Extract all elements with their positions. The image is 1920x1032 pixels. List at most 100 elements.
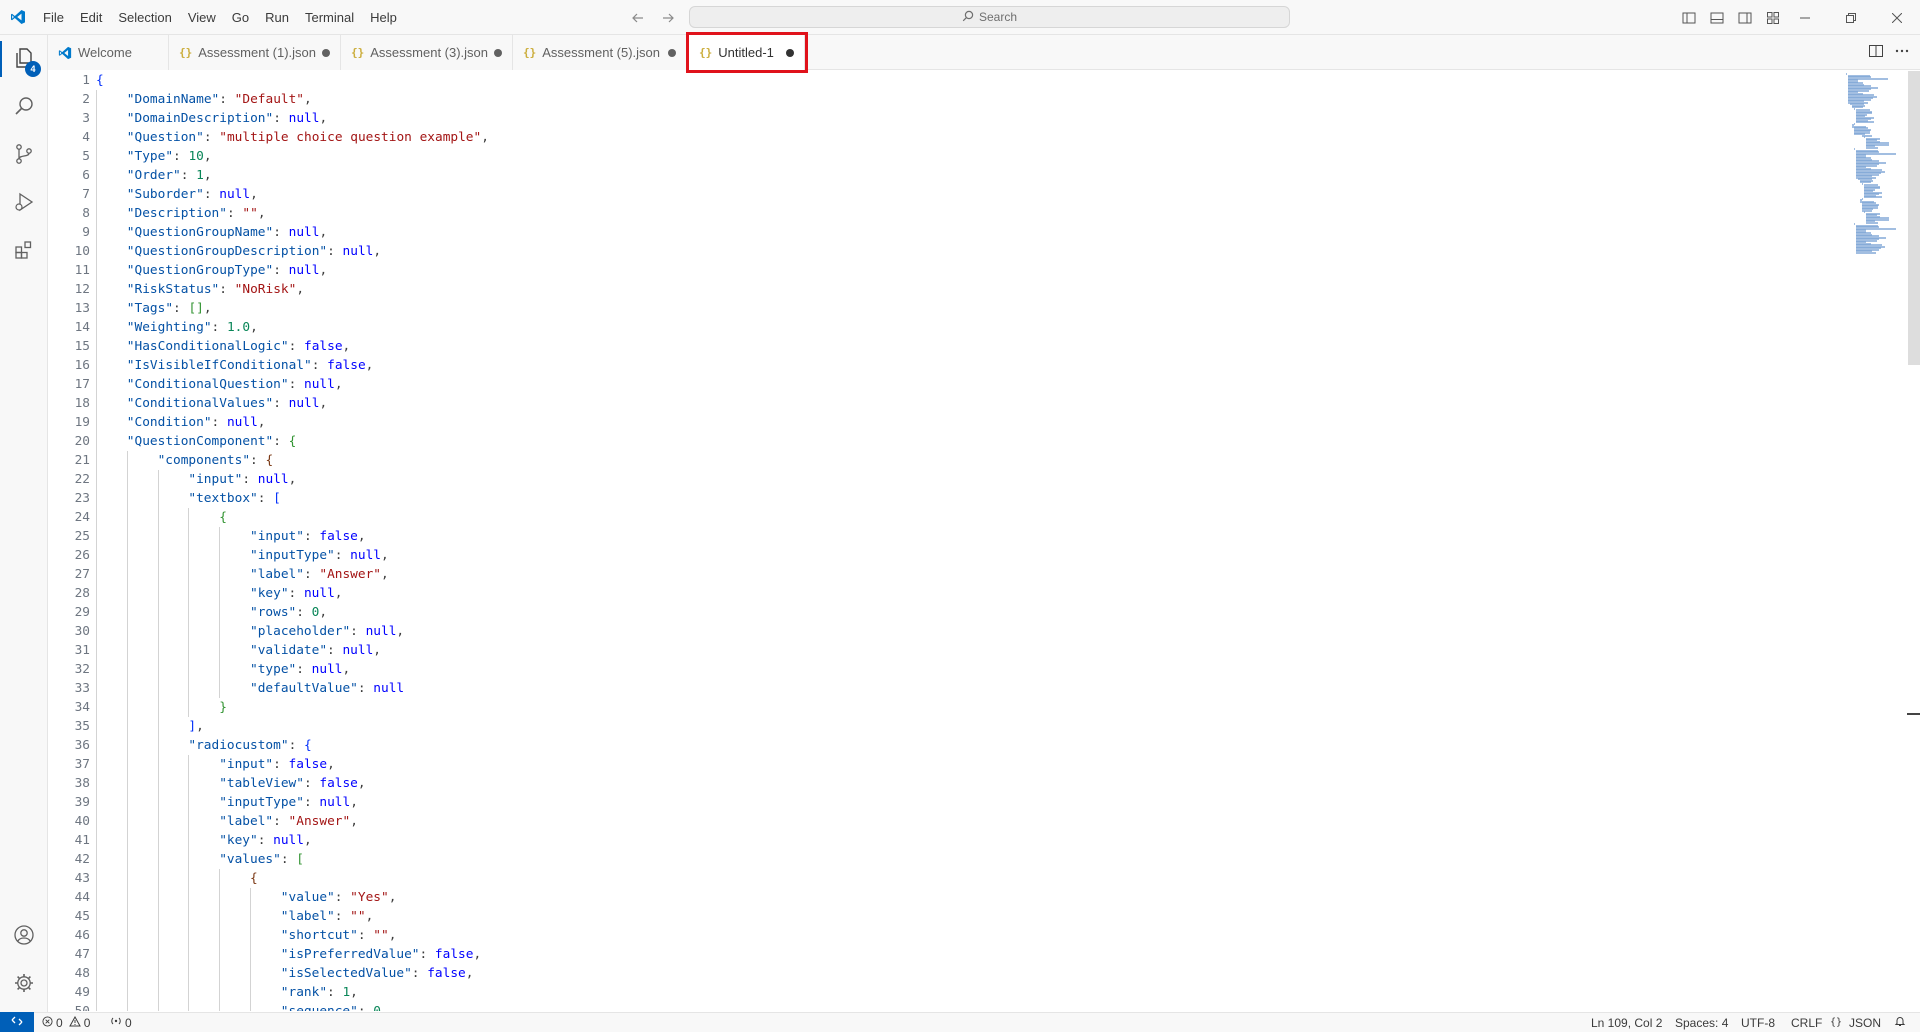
split-editor-icon[interactable]	[1868, 43, 1884, 62]
menu-selection[interactable]: Selection	[110, 0, 179, 35]
cursor-position-status[interactable]: Ln 109, Col 2	[1591, 1013, 1662, 1032]
line-number[interactable]: 14	[48, 318, 90, 337]
line-number[interactable]: 5	[48, 147, 90, 166]
code-line[interactable]: 49 "rank": 1,	[48, 983, 1848, 1002]
encoding-status[interactable]: UTF-8	[1741, 1013, 1775, 1032]
code-line[interactable]: 41 "key": null,	[48, 831, 1848, 850]
language-mode-status[interactable]: {} JSON	[1830, 1013, 1881, 1032]
command-center-search[interactable]: Search	[689, 6, 1290, 28]
line-number[interactable]: 31	[48, 641, 90, 660]
line-number[interactable]: 10	[48, 242, 90, 261]
accounts-button[interactable]	[0, 912, 48, 960]
line-number[interactable]: 38	[48, 774, 90, 793]
code-line[interactable]: 35],	[48, 717, 1848, 736]
code-line[interactable]: 29 "rows": 0,	[48, 603, 1848, 622]
line-number[interactable]: 18	[48, 394, 90, 413]
code-line[interactable]: 27 "label": "Answer",	[48, 565, 1848, 584]
unsaved-dot-icon[interactable]	[668, 49, 676, 57]
line-number[interactable]: 1	[48, 71, 90, 90]
remote-indicator[interactable]	[0, 1012, 34, 1032]
line-number[interactable]: 37	[48, 755, 90, 774]
code-line[interactable]: 7 "Suborder": null,	[48, 185, 1848, 204]
code-line[interactable]: 40 "label": "Answer",	[48, 812, 1848, 831]
vertical-scrollbar[interactable]	[1908, 71, 1920, 365]
code-line[interactable]: 23 "textbox": [	[48, 489, 1848, 508]
code-line[interactable]: 39 "inputType": null,	[48, 793, 1848, 812]
tab-assessment-3[interactable]: {} Assessment (3).json	[341, 35, 513, 70]
code-line[interactable]: 44 "value": "Yes",	[48, 888, 1848, 907]
line-number[interactable]: 43	[48, 869, 90, 888]
code-line[interactable]: 20 "QuestionComponent": {	[48, 432, 1848, 451]
line-number[interactable]: 32	[48, 660, 90, 679]
line-number[interactable]: 40	[48, 812, 90, 831]
line-number[interactable]: 28	[48, 584, 90, 603]
extensions-button[interactable]	[0, 227, 48, 275]
code-line[interactable]: 38 "tableView": false,	[48, 774, 1848, 793]
code-line[interactable]: 32 "type": null,	[48, 660, 1848, 679]
code-line[interactable]: 30 "placeholder": null,	[48, 622, 1848, 641]
more-actions-icon[interactable]	[1894, 43, 1910, 62]
code-line[interactable]: 11 "QuestionGroupType": null,	[48, 261, 1848, 280]
line-number[interactable]: 48	[48, 964, 90, 983]
unsaved-dot-icon[interactable]	[322, 49, 330, 57]
eol-status[interactable]: CRLF	[1791, 1013, 1822, 1032]
line-number[interactable]: 39	[48, 793, 90, 812]
line-number[interactable]: 33	[48, 679, 90, 698]
source-control-button[interactable]	[0, 131, 48, 179]
code-line[interactable]: 46 "shortcut": "",	[48, 926, 1848, 945]
code-line[interactable]: 5 "Type": 10,	[48, 147, 1848, 166]
code-line[interactable]: 31 "validate": null,	[48, 641, 1848, 660]
ports-status[interactable]: 0	[110, 1013, 132, 1032]
line-number[interactable]: 46	[48, 926, 90, 945]
line-number[interactable]: 20	[48, 432, 90, 451]
code-editor[interactable]: 1{2 "DomainName": "Default", 3 "DomainDescr…	[48, 71, 1920, 1011]
line-number[interactable]: 47	[48, 945, 90, 964]
code-line[interactable]: 10 "QuestionGroupDescription": null,	[48, 242, 1848, 261]
line-number[interactable]: 35	[48, 717, 90, 736]
code-line[interactable]: 43 {	[48, 869, 1848, 888]
line-number[interactable]: 3	[48, 109, 90, 128]
restore-icon[interactable]	[1828, 0, 1874, 35]
code-line[interactable]: 42 "values": [	[48, 850, 1848, 869]
unsaved-dot-icon[interactable]	[786, 49, 794, 57]
code-line[interactable]: 34}	[48, 698, 1848, 717]
line-number[interactable]: 7	[48, 185, 90, 204]
line-number[interactable]: 50	[48, 1002, 90, 1011]
code-line[interactable]: 33 "defaultValue": null	[48, 679, 1848, 698]
line-number[interactable]: 16	[48, 356, 90, 375]
menu-terminal[interactable]: Terminal	[297, 0, 362, 35]
line-number[interactable]: 11	[48, 261, 90, 280]
line-number[interactable]: 30	[48, 622, 90, 641]
code-line[interactable]: 24 {	[48, 508, 1848, 527]
line-number[interactable]: 24	[48, 508, 90, 527]
code-line[interactable]: 18 "ConditionalValues": null,	[48, 394, 1848, 413]
line-number[interactable]: 25	[48, 527, 90, 546]
line-number[interactable]: 23	[48, 489, 90, 508]
line-number[interactable]: 44	[48, 888, 90, 907]
code-line[interactable]: 47 "isPreferredValue": false,	[48, 945, 1848, 964]
menu-view[interactable]: View	[180, 0, 224, 35]
menu-go[interactable]: Go	[224, 0, 257, 35]
line-number[interactable]: 13	[48, 299, 90, 318]
code-line[interactable]: 12 "RiskStatus": "NoRisk",	[48, 280, 1848, 299]
line-number[interactable]: 19	[48, 413, 90, 432]
tab-assessment-1[interactable]: {} Assessment (1).json	[169, 35, 341, 70]
menu-file[interactable]: File	[35, 0, 72, 35]
line-number[interactable]: 22	[48, 470, 90, 489]
code-line[interactable]: 45 "label": "",	[48, 907, 1848, 926]
line-number[interactable]: 29	[48, 603, 90, 622]
customize-layout-icon[interactable]	[1762, 7, 1784, 29]
code-line[interactable]: 22 "input": null,	[48, 470, 1848, 489]
code-line[interactable]: 13 "Tags": [],	[48, 299, 1848, 318]
menu-help[interactable]: Help	[362, 0, 405, 35]
line-number[interactable]: 34	[48, 698, 90, 717]
code-line[interactable]: 25 "input": false,	[48, 527, 1848, 546]
code-line[interactable]: 6 "Order": 1,	[48, 166, 1848, 185]
toggle-panel-icon[interactable]	[1706, 7, 1728, 29]
toggle-primary-sidebar-icon[interactable]	[1678, 7, 1700, 29]
search-view-button[interactable]	[0, 83, 48, 131]
code-line[interactable]: 50 "sequence": 0	[48, 1002, 1848, 1011]
code-line[interactable]: 3 "DomainDescription": null,	[48, 109, 1848, 128]
indentation-status[interactable]: Spaces: 4	[1675, 1013, 1728, 1032]
code-line[interactable]: 2 "DomainName": "Default",	[48, 90, 1848, 109]
